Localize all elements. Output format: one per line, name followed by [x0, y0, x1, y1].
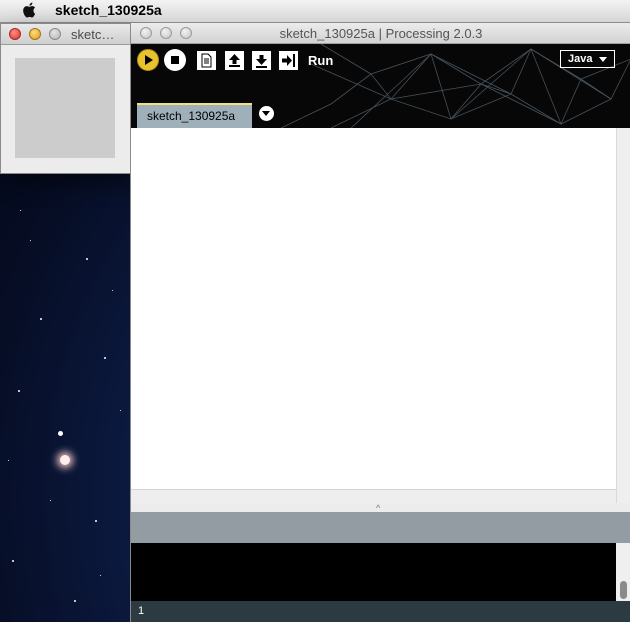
close-icon[interactable] [9, 28, 21, 40]
sketch-window-titlebar[interactable]: sketc… [1, 24, 130, 45]
star [104, 357, 106, 359]
toolbar: Run Java sketch_130925a [131, 44, 630, 128]
new-file-icon [201, 53, 212, 68]
star [12, 560, 14, 562]
window-title: sketch_130925a | Processing 2.0.3 [279, 26, 483, 41]
star [86, 258, 88, 260]
zoom-icon[interactable] [49, 28, 61, 40]
processing-window-titlebar[interactable]: sketch_130925a | Processing 2.0.3 [131, 23, 630, 44]
play-icon [145, 55, 153, 65]
sketch-window: sketc… [0, 23, 131, 174]
star [95, 520, 97, 522]
tab-sketch[interactable]: sketch_130925a [137, 103, 252, 128]
console-scrollbar[interactable] [616, 543, 630, 601]
open-icon [229, 54, 240, 67]
export-icon [282, 54, 295, 67]
save-button[interactable] [252, 51, 271, 70]
new-sketch-button[interactable] [197, 51, 216, 70]
run-label: Run [308, 53, 334, 68]
console[interactable] [131, 543, 616, 601]
tab-label: sketch_130925a [147, 109, 236, 123]
sketch-window-title: sketc… [71, 27, 115, 42]
line-number: 1 [138, 605, 145, 617]
star [40, 318, 42, 320]
star [74, 600, 76, 602]
star [120, 410, 121, 411]
star [20, 210, 21, 211]
tab-menu-button[interactable] [259, 106, 274, 121]
star [50, 500, 51, 501]
editor-horizontal-scrollbar[interactable] [131, 489, 616, 504]
stop-button[interactable] [164, 49, 186, 71]
export-button[interactable] [279, 51, 298, 70]
star [100, 575, 101, 576]
minimize-icon[interactable] [29, 28, 41, 40]
star [8, 460, 9, 461]
code-editor[interactable] [131, 128, 616, 509]
menubar: sketch_130925a [0, 0, 630, 23]
open-button[interactable] [225, 51, 244, 70]
app-menu-title[interactable]: sketch_130925a [55, 2, 162, 18]
run-button[interactable] [137, 49, 159, 71]
save-icon [256, 55, 267, 68]
star [60, 455, 70, 465]
sketch-canvas[interactable] [15, 58, 115, 158]
star [18, 390, 20, 392]
editor-scrollbar[interactable] [616, 128, 630, 509]
star [112, 290, 113, 291]
mode-selector[interactable]: Java [560, 50, 615, 68]
processing-window: sketch_130925a | Processing 2.0.3 Run Ja… [130, 23, 630, 622]
chevron-down-icon [599, 57, 607, 62]
star [58, 431, 63, 436]
status-bar [131, 512, 630, 543]
line-status-footer: 1 [131, 601, 630, 622]
star [30, 240, 31, 241]
mode-label: Java [568, 53, 593, 65]
stop-icon [171, 56, 179, 64]
apple-logo-icon[interactable] [22, 2, 36, 18]
console-scroll-thumb[interactable] [620, 581, 627, 599]
split-divider[interactable]: ^ [131, 503, 630, 513]
